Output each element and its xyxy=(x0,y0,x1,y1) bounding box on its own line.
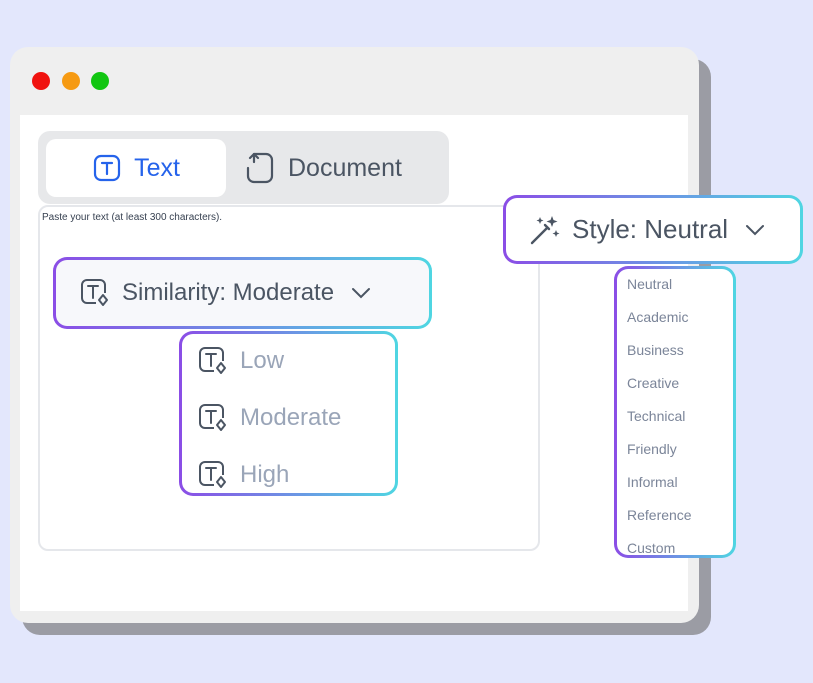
text-sparkle-icon xyxy=(196,344,230,378)
style-options-list: Neutral Academic Business Creative Techn… xyxy=(614,266,736,558)
style-option-neutral[interactable]: Neutral xyxy=(627,276,672,292)
tab-document-label: Document xyxy=(288,153,402,182)
close-window-button[interactable] xyxy=(32,72,50,90)
tab-text-label: Text xyxy=(134,153,180,182)
text-sparkle-icon xyxy=(78,276,112,310)
similarity-dropdown[interactable]: Similarity: Moderate xyxy=(53,257,432,329)
text-input-placeholder: Paste your text (at least 300 characters… xyxy=(42,212,223,223)
document-icon xyxy=(244,150,276,186)
tab-text[interactable]: Text xyxy=(46,139,226,197)
style-option-reference[interactable]: Reference xyxy=(627,507,692,523)
similarity-option-moderate[interactable]: Moderate xyxy=(196,401,341,435)
style-option-informal[interactable]: Informal xyxy=(627,474,678,490)
style-option-friendly[interactable]: Friendly xyxy=(627,441,677,457)
style-dropdown[interactable]: Style: Neutral xyxy=(503,195,803,264)
style-option-custom[interactable]: Custom xyxy=(627,540,675,556)
option-label: Moderate xyxy=(240,404,342,431)
style-option-business[interactable]: Business xyxy=(627,342,684,358)
chevron-down-icon xyxy=(744,223,766,237)
minimize-window-button[interactable] xyxy=(62,72,80,90)
similarity-option-high[interactable]: High xyxy=(196,458,289,492)
style-label: Style: Neutral xyxy=(572,214,729,244)
text-sparkle-icon xyxy=(196,458,230,492)
similarity-label: Similarity: Moderate xyxy=(122,279,335,306)
maximize-window-button[interactable] xyxy=(91,72,109,90)
tab-document[interactable]: Document xyxy=(244,139,402,197)
magic-wand-icon xyxy=(526,212,562,248)
style-option-technical[interactable]: Technical xyxy=(627,408,685,424)
similarity-option-low[interactable]: Low xyxy=(196,344,284,378)
style-option-academic[interactable]: Academic xyxy=(627,309,688,325)
similarity-options-list: Low Moderate High xyxy=(179,331,398,496)
style-option-creative[interactable]: Creative xyxy=(627,375,679,391)
option-label: High xyxy=(240,461,290,488)
text-sparkle-icon xyxy=(196,401,230,435)
chevron-down-icon xyxy=(350,286,372,300)
text-icon xyxy=(92,153,122,183)
option-label: Low xyxy=(240,347,285,374)
